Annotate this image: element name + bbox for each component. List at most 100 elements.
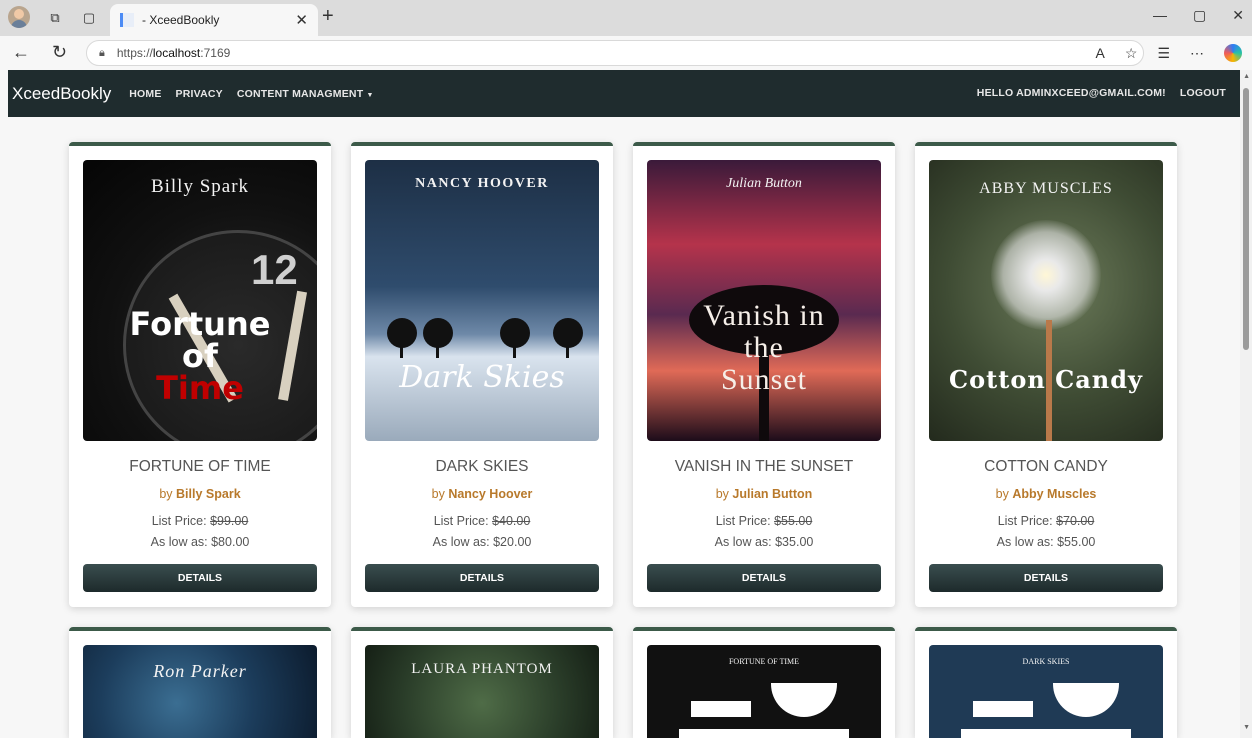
cover-title-line: Sunset (720, 363, 807, 396)
nav-home[interactable]: HOME (129, 88, 161, 100)
url-field[interactable]: 🔒︎ https://localhost:7169 (86, 40, 1144, 66)
book-card: ABBY MUSCLES Cotton Candy COTTON CANDY b… (915, 142, 1177, 607)
close-window-icon[interactable]: ✕ (1232, 7, 1244, 24)
back-arrow-icon[interactable]: ← (12, 42, 30, 63)
details-button[interactable]: DETAILS (83, 564, 317, 592)
cover-letter-shape (691, 701, 751, 717)
list-price: List Price: $40.00 (351, 514, 613, 528)
list-price: List Price: $70.00 (915, 514, 1177, 528)
nav-content-management-label: CONTENT MANAGMENT (236, 87, 364, 100)
author-link[interactable]: Billy Spark (176, 487, 241, 501)
refresh-icon[interactable]: ↻ (52, 42, 67, 63)
low-price-value: $55.00 (1057, 535, 1096, 549)
low-price: As low as: $35.00 (633, 535, 895, 549)
author-link[interactable]: Abby Muscles (1012, 487, 1096, 501)
low-price-value: $20.00 (493, 535, 532, 549)
book-cover-image[interactable]: NANCY HOOVER Dark Skies (365, 160, 599, 441)
site-navbar: XceedBookly HOME PRIVACY CONTENT MANAGME… (8, 70, 1240, 117)
cover-tree-trunk (436, 340, 439, 358)
cover-letter-graphic (679, 683, 849, 738)
details-button[interactable]: DETAILS (929, 564, 1163, 592)
browser-tab[interactable]: - XceedBookly ✕ (110, 4, 318, 36)
book-cover-image[interactable]: LAURA PHANTOM (365, 645, 599, 738)
book-cover-image[interactable]: ABBY MUSCLES Cotton Candy (929, 160, 1163, 441)
by-label: by (995, 487, 1009, 501)
scroll-up-arrow-icon[interactable]: ▲ (1243, 73, 1250, 80)
profile-avatar-icon[interactable] (8, 6, 30, 28)
cover-title-line: Fortune (129, 305, 271, 343)
cover-letter-graphic (961, 683, 1131, 738)
details-button[interactable]: DETAILS (365, 564, 599, 592)
workspaces-icon[interactable]: ⧉ (44, 7, 66, 29)
book-cover-image[interactable]: Julian Button Vanish in the Sunset (647, 160, 881, 441)
cover-author: Ron Parker (153, 661, 247, 681)
url-host: localhost (152, 46, 201, 60)
nav-privacy[interactable]: PRIVACY (176, 88, 223, 100)
cover-clock-numeral: 12 (251, 246, 298, 293)
new-tab-icon[interactable]: + (322, 5, 334, 28)
book-card: DARK SKIES (915, 627, 1177, 738)
cover-title: Dark Skies (399, 360, 565, 395)
list-price-label: List Price: (433, 514, 489, 528)
book-cover-image[interactable]: Ron Parker (83, 645, 317, 738)
cover-author: NANCY HOOVER (415, 176, 549, 191)
address-toolbar: ← ↻ 🔒︎ https://localhost:7169 A ☆ ☰ ⋯ (0, 36, 1252, 70)
cover-title-line: of (182, 337, 218, 375)
list-price-label: List Price: (715, 514, 771, 528)
tab-actions-icon[interactable]: ▢ (78, 7, 100, 29)
list-price: List Price: $55.00 (633, 514, 895, 528)
low-price: As low as: $55.00 (915, 535, 1177, 549)
book-author-line: by Julian Button (633, 487, 895, 501)
book-card: 12 Billy Spark Fortune of Time FORTUNE O… (69, 142, 331, 607)
url-scheme: https:// (116, 46, 153, 60)
cover-letter-shape (1053, 683, 1119, 717)
caret-down-icon: ▼ (366, 91, 374, 99)
book-cover-image[interactable]: 12 Billy Spark Fortune of Time (83, 160, 317, 441)
url-port: :7169 (200, 46, 231, 60)
lock-icon[interactable]: 🔒︎ (99, 47, 105, 60)
brand-logo[interactable]: XceedBookly (12, 84, 111, 104)
read-aloud-icon[interactable]: A (1096, 45, 1105, 61)
cover-author: Julian Button (726, 176, 802, 191)
favorite-star-icon[interactable]: ☆ (1125, 45, 1138, 62)
cover-title: Cotton Candy (949, 365, 1143, 394)
low-price: As low as: $20.00 (351, 535, 613, 549)
cover-title-line: the (744, 331, 784, 364)
cover-author: LAURA PHANTOM (411, 661, 553, 677)
list-price-value: $99.00 (210, 514, 249, 528)
book-cover-image[interactable]: DARK SKIES (929, 645, 1163, 738)
details-button[interactable]: DETAILS (647, 564, 881, 592)
minimize-icon[interactable]: — (1153, 7, 1167, 24)
close-tab-icon[interactable]: ✕ (295, 11, 308, 29)
user-greeting[interactable]: HELLO ADMINXCEED@GMAIL.COM! (977, 87, 1166, 99)
author-link[interactable]: Julian Button (732, 487, 812, 501)
cover-author: FORTUNE OF TIME (728, 657, 800, 666)
book-title[interactable]: COTTON CANDY (915, 458, 1177, 476)
cover-title: Vanish in the Sunset (647, 300, 881, 396)
cover-tree-trunk (513, 340, 516, 358)
book-title[interactable]: FORTUNE OF TIME (69, 458, 331, 476)
maximize-icon[interactable]: ▢ (1193, 7, 1206, 24)
logout-link[interactable]: LOGOUT (1180, 87, 1226, 99)
list-price-label: List Price: (997, 514, 1053, 528)
copilot-icon[interactable] (1224, 44, 1242, 62)
list-price-value: $40.00 (492, 514, 531, 528)
book-title[interactable]: VANISH IN THE SUNSET (633, 458, 895, 476)
cover-dandelion-graphic (991, 220, 1101, 330)
as-low-as-label: As low as: (432, 535, 490, 549)
as-low-as-label: As low as: (996, 535, 1054, 549)
book-card: Ron Parker (69, 627, 331, 738)
scroll-down-arrow-icon[interactable]: ▼ (1243, 724, 1250, 731)
browser-tools: A ☆ ☰ ⋯ (1096, 44, 1242, 62)
as-low-as-label: As low as: (714, 535, 772, 549)
favorites-list-icon[interactable]: ☰ (1157, 45, 1170, 62)
book-author-line: by Billy Spark (69, 487, 331, 501)
author-link[interactable]: Nancy Hoover (448, 487, 532, 501)
book-cover-image[interactable]: FORTUNE OF TIME (647, 645, 881, 738)
more-options-icon[interactable]: ⋯ (1190, 45, 1204, 62)
cover-letter-shape (771, 683, 837, 717)
scrollbar-thumb[interactable] (1243, 88, 1249, 350)
book-title[interactable]: DARK SKIES (351, 458, 613, 476)
nav-content-management[interactable]: CONTENT MANAGMENT ▼ (237, 88, 374, 100)
low-price: As low as: $80.00 (69, 535, 331, 549)
